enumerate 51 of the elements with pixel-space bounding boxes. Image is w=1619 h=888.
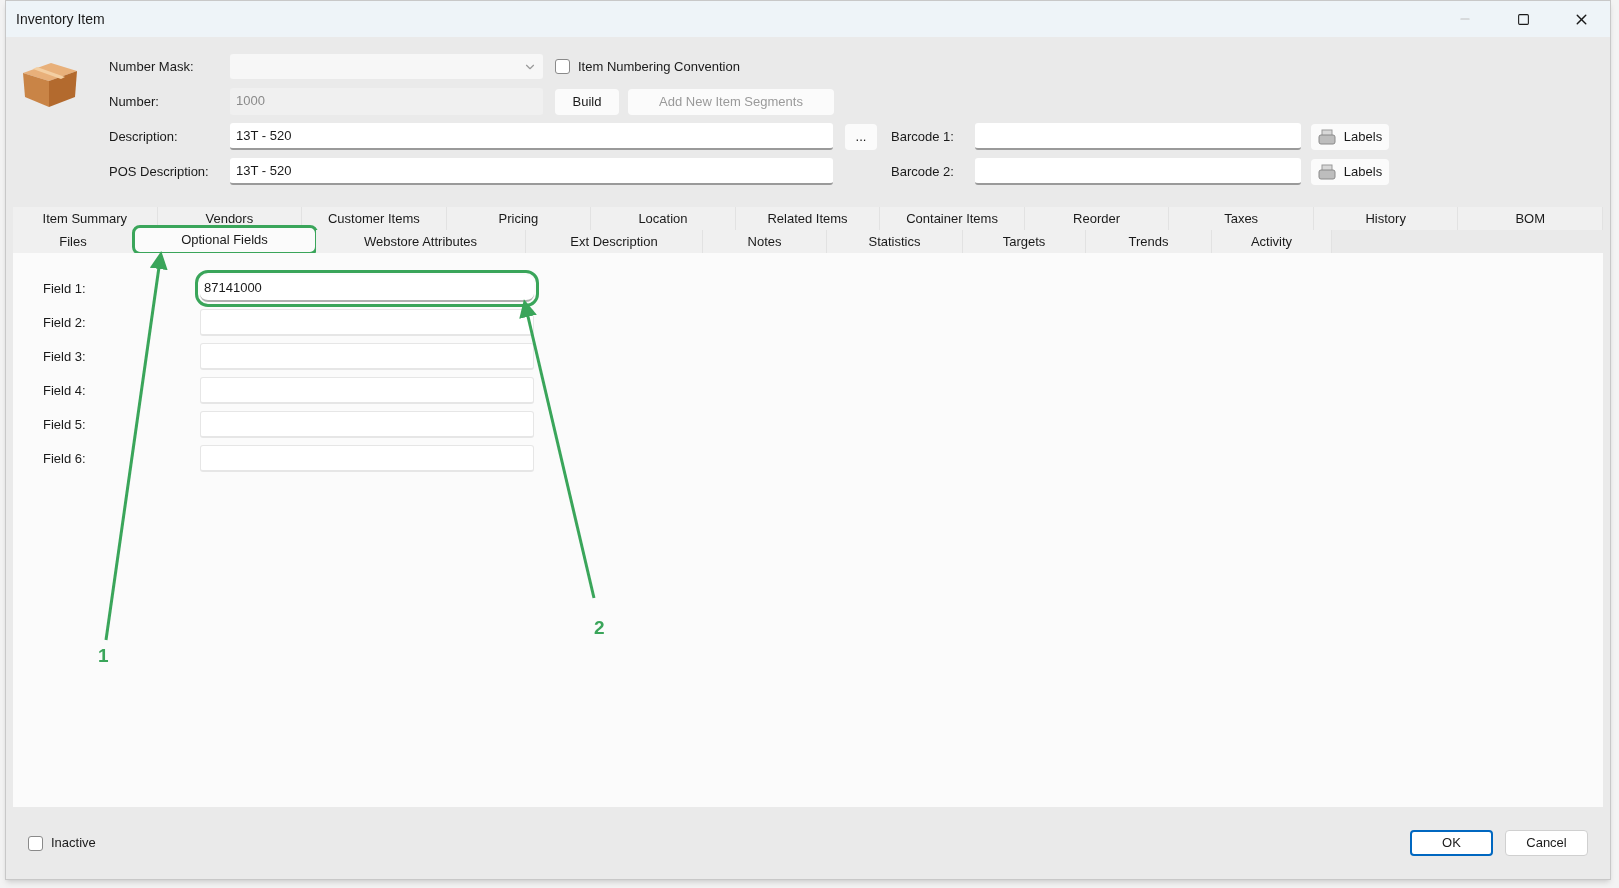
tab[interactable]: Activity — [1212, 230, 1332, 253]
printer-icon — [1317, 163, 1336, 180]
checkbox-label: Inactive — [51, 834, 97, 853]
field-label: Field 2: — [43, 313, 87, 332]
tab[interactable]: Notes — [703, 230, 827, 253]
tab[interactable]: Pricing — [446, 207, 592, 230]
text-field[interactable]: 13T - 520 — [230, 158, 833, 185]
button[interactable]: ... — [845, 123, 877, 150]
callout-number: 2 — [594, 616, 605, 640]
button[interactable]: OK — [1410, 830, 1493, 856]
tab[interactable]: Related Items — [735, 207, 881, 230]
button[interactable]: Cancel — [1505, 830, 1588, 856]
tab[interactable]: Files — [13, 230, 134, 253]
tab[interactable]: Ext Description — [526, 230, 703, 253]
button[interactable]: Labels — [1311, 158, 1389, 185]
button[interactable]: Build — [555, 88, 619, 115]
field-label: Barcode 2: — [891, 162, 955, 181]
checkbox[interactable] — [555, 59, 570, 74]
field-label: Field 6: — [43, 449, 87, 468]
tab[interactable]: Location — [591, 207, 736, 230]
field-label: Field 1: — [43, 279, 87, 298]
field-label: Barcode 1: — [891, 127, 955, 146]
text-field[interactable]: 13T - 520 — [230, 123, 833, 150]
tab[interactable]: Customer Items — [302, 207, 447, 230]
text-field[interactable] — [975, 158, 1301, 185]
tab[interactable]: Statistics — [827, 230, 963, 253]
tab[interactable]: Taxes — [1169, 207, 1314, 230]
tab[interactable]: Trends — [1086, 230, 1212, 253]
field-label: Number: — [109, 92, 160, 111]
checkbox-label: Item Numbering Convention — [578, 57, 740, 76]
field-label: Description: — [109, 127, 179, 146]
tab[interactable]: Targets — [963, 230, 1086, 253]
field-label: POS Description: — [109, 162, 210, 181]
field-label: Field 4: — [43, 381, 87, 400]
field-label: Field 3: — [43, 347, 87, 366]
tab[interactable]: Container Items — [880, 207, 1025, 230]
window-title: Inventory Item — [16, 9, 106, 29]
checkbox[interactable] — [28, 835, 43, 851]
tab[interactable]: History — [1313, 207, 1459, 230]
tab[interactable]: Webstore Attributes — [316, 230, 526, 253]
callout-number: 1 — [98, 644, 109, 668]
field-label: Number Mask: — [109, 57, 195, 76]
text-field[interactable] — [975, 123, 1301, 150]
tab[interactable]: BOM — [1458, 207, 1603, 230]
printer-icon — [1317, 128, 1336, 145]
tab[interactable]: Reorder — [1024, 207, 1170, 230]
button[interactable]: Labels — [1311, 123, 1389, 150]
tab[interactable]: Item Summary — [13, 207, 158, 230]
tab[interactable]: Optional Fields — [134, 227, 316, 253]
field-label: Field 5: — [43, 415, 87, 434]
dropdown[interactable] — [230, 54, 543, 79]
